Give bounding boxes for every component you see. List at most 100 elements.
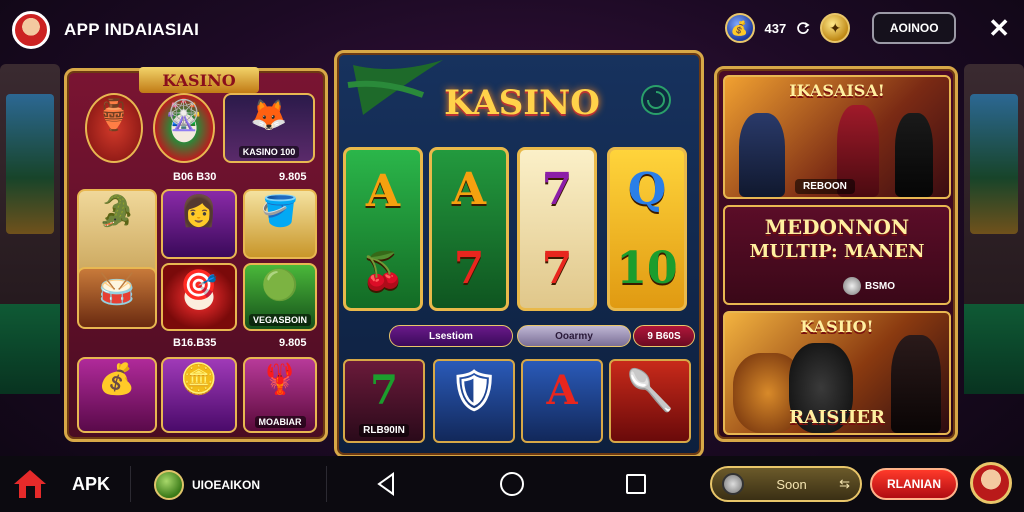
reel-symbol: A <box>365 166 401 218</box>
house-icon[interactable] <box>12 468 48 500</box>
game-lobby-panel: KASINO 🏺 🎡 🦊 KASINO 100 B06 B30 9.805 🐊 … <box>64 67 328 442</box>
promo-card-multiplier[interactable]: MEDONNON MULTIP: MANEN BSMO <box>723 205 951 305</box>
lady-portrait-icon: 👩 <box>180 195 218 228</box>
apk-label[interactable]: APK <box>72 474 110 495</box>
slot-title: KASINO <box>444 83 600 123</box>
promo-chip[interactable]: BSMO <box>843 277 895 295</box>
soon-button-label: Soon <box>776 476 807 492</box>
arcade-screen-decor <box>970 94 1018 234</box>
spiral-icon[interactable] <box>639 83 673 117</box>
shield-icon: 🛡 <box>448 369 500 413</box>
soon-button[interactable]: Soon ⇆ <box>710 466 862 502</box>
disc-icon <box>722 473 744 495</box>
game-tile-coin[interactable]: 🪙 <box>161 357 237 433</box>
spoon-icon: 🥄 <box>625 369 675 413</box>
treasure-icon: 💰 <box>98 363 136 396</box>
arrows-icon: ⇆ <box>839 476 850 491</box>
tile-caption: B06 B30 <box>173 171 217 183</box>
game-tile-lady[interactable]: 👩 <box>161 189 237 259</box>
bonus-coin-icon[interactable]: ✦ <box>820 13 851 43</box>
green-chip-icon: 🟢 <box>261 269 299 302</box>
game-tile-roulette[interactable]: 🎡 <box>153 93 215 163</box>
promo-caption: RAISIIER <box>789 407 885 428</box>
mini-game-seven[interactable]: 7 RLB90IN <box>343 359 425 443</box>
arcade-machine-left-decor <box>0 64 60 394</box>
barrel-icon: 🥁 <box>98 273 136 306</box>
promo-user-chip[interactable]: UIOEAIKON <box>154 470 260 500</box>
promotions-panel: IKASAISA! REBOON MEDONNON MULTIP: MANEN … <box>714 66 958 442</box>
balance-value: 437 <box>764 20 787 36</box>
user-badge-icon <box>154 470 184 500</box>
panel-ribbon-title: KASINO <box>139 67 259 93</box>
host-figure-decor <box>739 113 785 197</box>
arcade-machine-right-decor <box>964 64 1024 394</box>
game-tile-lobster[interactable]: 🦞 MOABIAR <box>243 357 317 433</box>
promo-user-label: UIOEAIKON <box>192 478 261 492</box>
game-tile-drum[interactable]: 🏺 <box>85 93 143 163</box>
arcade-screen-decor <box>6 94 54 234</box>
divider <box>326 466 327 502</box>
mini-game-ace[interactable]: A <box>521 359 603 443</box>
roulette-icon: 🎡 <box>165 99 203 132</box>
mini-game-spoon[interactable]: 🥄 <box>609 359 691 443</box>
nav-back-icon[interactable] <box>376 472 396 496</box>
reel-symbol: 7 <box>453 243 485 294</box>
win-pill[interactable]: 9 B60S <box>633 325 695 347</box>
mini-game-label: RLB90IN <box>359 424 409 437</box>
divider <box>130 466 131 502</box>
promo-title: MEDONNON <box>764 215 910 239</box>
mode-pill[interactable]: Ooarmy <box>517 325 631 347</box>
bet-pill[interactable]: Lsestiom <box>389 325 513 347</box>
profile-avatar[interactable] <box>970 462 1012 504</box>
tile-caption: 9.805 <box>279 171 307 183</box>
refresh-icon[interactable] <box>796 21 810 35</box>
drum-icon: 🏺 <box>95 99 133 132</box>
slot-reel-2: A 7 <box>429 147 509 311</box>
app-title: APP INDAIASIAI <box>64 20 200 39</box>
wheel-icon: 🎯 <box>180 269 218 302</box>
game-tile-label: KASINO 100 <box>238 146 300 158</box>
slot-reel-3: 7 7 <box>517 147 597 311</box>
cherry-icon: 🍒 <box>360 249 406 292</box>
silver-coin-icon <box>843 277 861 295</box>
primary-action-button[interactable]: RLANIAN <box>870 468 958 500</box>
promo-card-hosts[interactable]: IKASAISA! REBOON <box>723 75 951 199</box>
reel-symbol: A <box>451 164 487 215</box>
game-tile-wheel[interactable]: 🎯 <box>161 263 237 331</box>
slot-reel-1: A 🍒 <box>343 147 423 311</box>
promo-title: KASIIO! <box>800 317 874 336</box>
fox-icon: 🦊 <box>250 99 288 132</box>
promo-subtitle: MULTIP: MANEN <box>749 241 925 262</box>
game-tile-label: VEGASBOIN <box>248 314 311 326</box>
slot-reel-4: Q 10 <box>607 147 687 311</box>
lobster-icon: 🦞 <box>261 363 299 396</box>
tile-caption: 9.805 <box>279 337 307 349</box>
app-logo-avatar[interactable] <box>12 11 50 49</box>
game-tile-treasure[interactable]: 💰 <box>77 357 157 433</box>
promo-chip-label: BSMO <box>865 280 895 292</box>
tile-caption: B16.B35 <box>173 337 217 349</box>
account-button[interactable]: AOINOO <box>872 12 957 44</box>
reel-symbol: Q <box>627 164 667 215</box>
promo-caption: REBOON <box>795 179 855 194</box>
promo-card-wildlife[interactable]: KASIIO! RAISIIER <box>723 311 951 435</box>
nav-recents-icon[interactable] <box>626 474 646 494</box>
pot-icon: 🪣 <box>261 195 299 228</box>
reel-symbol: 7 <box>541 243 573 294</box>
gold-coin-icon: 🪙 <box>180 363 218 396</box>
slot-machine-panel: KASINO A 🍒 A 7 7 7 Q 10 Lsestiom Ooarmy … <box>334 50 704 458</box>
close-icon[interactable]: ✕ <box>988 15 1010 41</box>
seven-icon: 7 <box>370 367 398 414</box>
reel-symbol: 7 <box>541 164 573 215</box>
casino-table-decor <box>0 304 60 394</box>
mini-game-shield[interactable]: 🛡 <box>433 359 515 443</box>
game-tile-vegas[interactable]: 🟢 VEGASBOIN <box>243 263 317 331</box>
nav-home-icon[interactable] <box>500 472 524 496</box>
casino-table-decor <box>964 304 1024 394</box>
ace-card-icon: A <box>546 367 578 414</box>
game-tile-fox-kasino[interactable]: 🦊 KASINO 100 <box>223 93 315 163</box>
game-tile-pot[interactable]: 🪣 <box>243 189 317 259</box>
game-tile-label: MOABIAR <box>254 416 306 428</box>
wallet-icon[interactable]: 💰 <box>724 13 755 43</box>
game-tile-barrel[interactable]: 🥁 <box>77 267 157 329</box>
